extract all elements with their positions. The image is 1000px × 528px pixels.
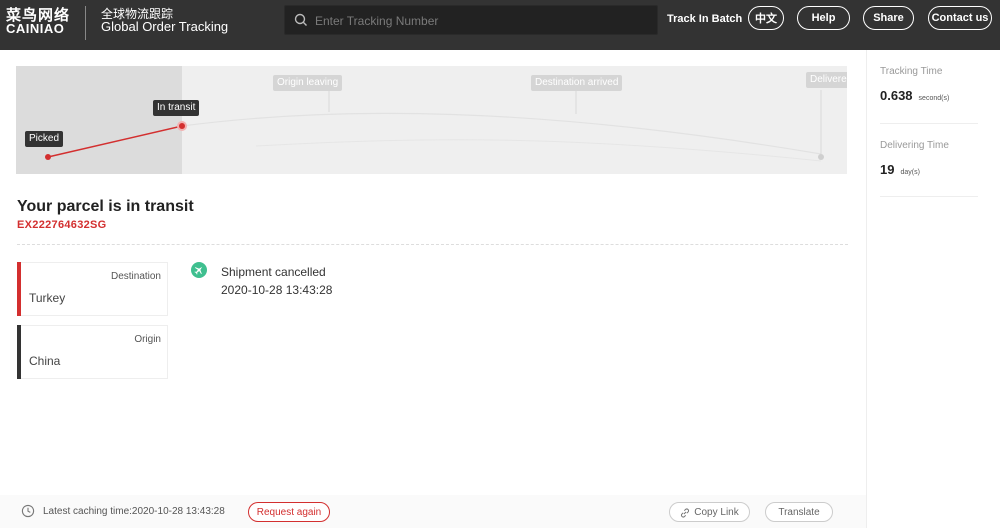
track-in-batch-link[interactable]: Track In Batch xyxy=(667,13,742,25)
destination-label: Destination xyxy=(110,271,161,282)
tracking-main-card: Picked In transit Origin leaving Destina… xyxy=(0,50,866,528)
origin-card: Origin China xyxy=(17,325,168,379)
link-icon xyxy=(681,508,689,518)
delivering-time-label: Delivering Time xyxy=(880,140,949,151)
airplane-icon xyxy=(191,262,207,278)
search-icon[interactable] xyxy=(293,12,309,28)
share-button[interactable]: Share xyxy=(863,6,914,30)
logo-divider xyxy=(85,6,86,40)
latest-caching-time: Latest caching time:2020-10-28 13:43:28 xyxy=(43,506,225,517)
help-button[interactable]: Help xyxy=(797,6,850,30)
copy-link-label: Copy Link xyxy=(694,506,739,518)
event-time: 2020-10-28 13:43:28 xyxy=(221,283,333,297)
origin-accent-bar xyxy=(17,325,21,379)
parcel-status-title: Your parcel is in transit xyxy=(17,198,194,215)
request-again-button[interactable]: Request again xyxy=(248,502,330,522)
shipment-progress-map: Picked In transit Origin leaving Destina… xyxy=(16,66,847,174)
tracking-time-value: 0.638 second(s) xyxy=(880,88,950,103)
language-button[interactable]: 中文 xyxy=(748,6,784,30)
search-box[interactable] xyxy=(284,5,658,36)
stage-label-origin-leaving: Origin leaving xyxy=(273,75,343,91)
copy-link-button[interactable]: Copy Link xyxy=(669,502,750,522)
stage-label-in-transit: In transit xyxy=(153,100,200,116)
top-bar: 菜鸟网络 CAINIAO 全球物流跟踪 Global Order Trackin… xyxy=(0,0,1000,50)
delivering-time-unit: day(s) xyxy=(900,169,920,176)
delivered-marker xyxy=(818,154,824,160)
destination-card: Destination Turkey xyxy=(17,262,168,316)
destination-accent-bar xyxy=(17,262,21,316)
in-transit-marker xyxy=(179,123,185,129)
stage-label-destination-arrived: Destination arrived xyxy=(531,75,623,91)
stats-divider xyxy=(880,123,978,124)
clock-icon xyxy=(21,504,35,518)
progress-route-graphic xyxy=(45,90,824,162)
stats-divider-2 xyxy=(880,196,978,197)
contact-us-button[interactable]: Contact us xyxy=(928,6,992,30)
destination-country: Turkey xyxy=(29,291,66,305)
site-subtitle-english: Global Order Tracking xyxy=(101,19,229,34)
translate-button[interactable]: Translate xyxy=(765,502,833,522)
stats-side-card: Tracking Time 0.638 second(s) Delivering … xyxy=(866,50,1000,528)
stage-label-delivered: Delivere xyxy=(806,72,847,88)
logo-english[interactable]: CAINIAO xyxy=(6,21,64,36)
tracking-number: EX222764632SG xyxy=(17,219,107,231)
tracking-footer: Latest caching time:2020-10-28 13:43:28 … xyxy=(0,495,866,528)
origin-label: Origin xyxy=(134,334,161,345)
event-status: Shipment cancelled xyxy=(221,265,326,279)
tracking-time-unit: second(s) xyxy=(918,95,950,102)
delivering-time-value: 19 day(s) xyxy=(880,162,920,177)
tracking-number-input[interactable] xyxy=(313,6,647,36)
picked-marker xyxy=(45,154,51,160)
section-divider xyxy=(17,244,848,245)
stage-label-picked: Picked xyxy=(25,131,64,147)
tracking-time-label: Tracking Time xyxy=(880,66,943,77)
origin-country: China xyxy=(29,354,61,368)
